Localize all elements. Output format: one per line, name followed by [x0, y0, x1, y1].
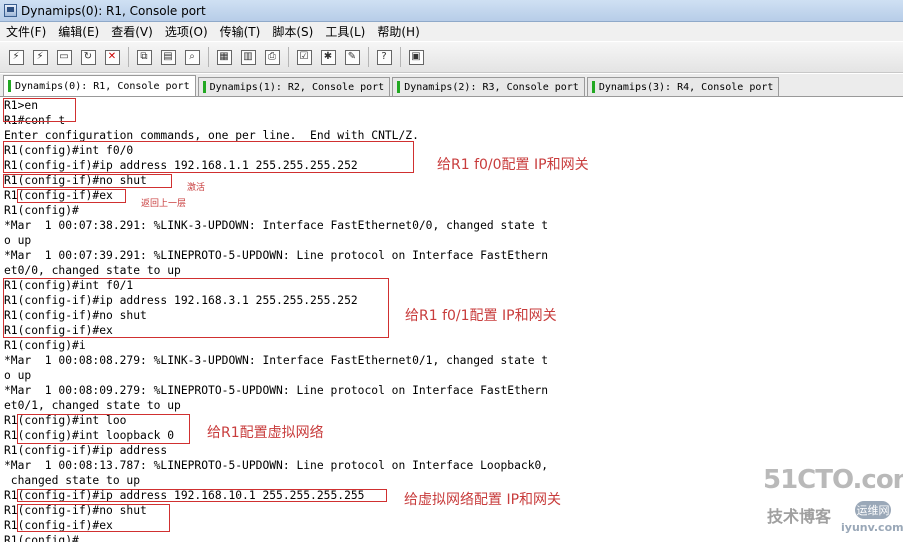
- menu-options[interactable]: 选项(O): [159, 23, 214, 40]
- keymap-icon[interactable]: ✎: [342, 47, 362, 67]
- disconnect-icon[interactable]: ✕: [102, 47, 122, 67]
- help-icon[interactable]: ?: [374, 47, 394, 67]
- console-line: R1(config)#i: [4, 339, 86, 352]
- highlight-box: [3, 98, 76, 122]
- toolbar-separator: [208, 47, 209, 67]
- highlight-box: [17, 504, 170, 532]
- printer-icon[interactable]: ⎙: [262, 47, 282, 67]
- tab-label: Dynamips(0): R1, Console port: [15, 80, 190, 92]
- session-options-icon[interactable]: ☑: [294, 47, 314, 67]
- copy-icon[interactable]: ⧉: [134, 47, 154, 67]
- watermark-sub: 技术博客: [767, 507, 832, 526]
- tab-label: Dynamips(3): R4, Console port: [598, 81, 774, 93]
- console-line: o up: [4, 369, 32, 382]
- watermark-badge: 运维网: [855, 501, 891, 519]
- highlight-box: [17, 489, 387, 502]
- console-line: *Mar 1 00:08:08.279: %LINK-3-UPDOWN: Int…: [4, 354, 549, 367]
- app-icon: [4, 4, 17, 17]
- console-line: et0/0, changed state to up: [4, 264, 181, 277]
- console-line: R1(config)#: [4, 204, 79, 217]
- console-line: *Mar 1 00:08:13.787: %LINEPROTO-5-UPDOWN…: [4, 459, 549, 472]
- tab-label: Dynamips(2): R3, Console port: [404, 81, 579, 93]
- tab-status-mark: [397, 81, 401, 93]
- tab-r2[interactable]: Dynamips(1): R2, Console port: [197, 77, 391, 96]
- watermark: 51CTO.com 技术博客 运维网 iyunv.com: [723, 465, 903, 537]
- menu-help[interactable]: 帮助(H): [371, 23, 425, 40]
- tab-r3[interactable]: Dynamips(2): R3, Console port: [392, 77, 585, 96]
- reconnect-icon[interactable]: ↻: [78, 47, 98, 67]
- highlight-box: [3, 278, 389, 338]
- menu-file[interactable]: 文件(F): [0, 23, 52, 40]
- paste-icon[interactable]: ▤: [158, 47, 178, 67]
- quick-connect-icon[interactable]: ⚡: [30, 47, 50, 67]
- console-line: et0/1, changed state to up: [4, 399, 181, 412]
- highlight-box: [3, 141, 414, 173]
- console-line: *Mar 1 00:07:39.291: %LINEPROTO-5-UPDOWN…: [4, 249, 549, 262]
- session-tabs: Dynamips(0): R1, Console port Dynamips(1…: [0, 74, 903, 97]
- menu-transfer[interactable]: 传输(T): [214, 23, 267, 40]
- menu-edit[interactable]: 编辑(E): [52, 23, 105, 40]
- highlight-box: [17, 414, 190, 444]
- annotation-loopback: 给R1配置虚拟网络: [207, 425, 324, 441]
- menu-tools[interactable]: 工具(L): [319, 23, 371, 40]
- toolbar: ⚡ ⚡ ▭ ↻ ✕ ⧉ ▤ ⌕ ▦ ▥ ⎙ ☑ ✱ ✎ ? ▣: [0, 42, 903, 73]
- connect-tab-icon[interactable]: ▭: [54, 47, 74, 67]
- menu-bar: 文件(F) 编辑(E) 查看(V) 选项(O) 传输(T) 脚本(S) 工具(L…: [0, 22, 903, 41]
- console-line: o up: [4, 234, 32, 247]
- tab-status-mark: [591, 81, 595, 93]
- annotation-f0-0: 给R1 f0/0配置 IP和网关: [437, 157, 589, 173]
- tab-label: Dynamips(1): R2, Console port: [209, 81, 385, 93]
- toolbar-separator: [288, 47, 289, 67]
- highlight-box: [17, 189, 126, 203]
- console-line: R1(config)#: [4, 534, 79, 542]
- title-bar: Dynamips(0): R1, Console port: [0, 0, 903, 22]
- tab-status-mark: [202, 81, 206, 93]
- console-line: R1(config-if)#ip address: [4, 444, 168, 457]
- annotation-f0-1: 给R1 f0/1配置 IP和网关: [405, 308, 557, 324]
- console-line: *Mar 1 00:07:38.291: %LINK-3-UPDOWN: Int…: [4, 219, 549, 232]
- menu-script[interactable]: 脚本(S): [266, 23, 319, 40]
- watermark-url: iyunv.com: [841, 521, 903, 534]
- console-line: changed state to up: [4, 474, 141, 487]
- menu-view[interactable]: 查看(V): [105, 23, 159, 40]
- window-title: Dynamips(0): R1, Console port: [21, 3, 206, 18]
- highlight-box: [3, 174, 172, 188]
- print-icon[interactable]: ▥: [238, 47, 258, 67]
- console-line: *Mar 1 00:08:09.279: %LINEPROTO-5-UPDOWN…: [4, 384, 549, 397]
- print-setup-icon[interactable]: ▦: [214, 47, 234, 67]
- tab-r4[interactable]: Dynamips(3): R4, Console port: [586, 77, 780, 96]
- global-options-icon[interactable]: ✱: [318, 47, 338, 67]
- find-icon[interactable]: ⌕: [182, 47, 202, 67]
- monitor-icon[interactable]: ▣: [406, 47, 426, 67]
- annotation-activate: 激活: [187, 183, 206, 193]
- tab-status-mark: [8, 80, 11, 92]
- toolbar-separator: [368, 47, 369, 67]
- annotation-back: 返回上一层: [141, 199, 187, 209]
- toolbar-separator: [128, 47, 129, 67]
- connect-icon[interactable]: ⚡: [6, 47, 26, 67]
- toolbar-separator: [400, 47, 401, 67]
- tab-r1[interactable]: Dynamips(0): R1, Console port: [3, 75, 196, 96]
- watermark-main: 51CTO.com: [763, 465, 903, 495]
- annotation-virtual: 给虚拟网络配置 IP和网关: [404, 492, 562, 508]
